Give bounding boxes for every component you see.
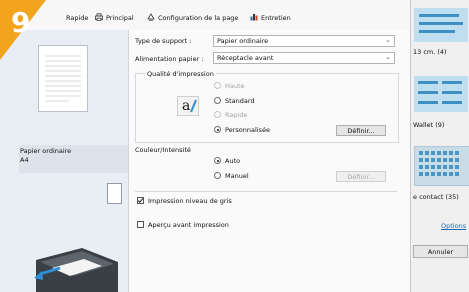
- layout-thumbnails-panel: 13 cm. (4) Wallet (9) e contact (35) Opt…: [410, 0, 469, 292]
- grayscale-checkbox[interactable]: [137, 197, 144, 204]
- layout-thumbnail[interactable]: [414, 8, 468, 42]
- options-link[interactable]: Options: [441, 222, 466, 230]
- chevron-down-icon: ⌄: [385, 36, 391, 44]
- orientation-page-icon: [107, 183, 122, 204]
- paper-info: Papier ordinaire A4: [19, 145, 128, 173]
- color-intensity-label: Couleur/Intensité: [135, 146, 191, 154]
- tab-maintenance[interactable]: Entretien: [250, 12, 291, 24]
- color-manual-label: Manuel: [225, 172, 249, 180]
- define-quality-button[interactable]: Définir...: [336, 125, 386, 136]
- printer-icon: [95, 13, 103, 21]
- checkmark-icon: [137, 198, 144, 203]
- tab-rapide[interactable]: Rapide: [66, 12, 88, 24]
- quality-rapide-label: Rapide: [225, 111, 248, 119]
- quality-haute-label: Haute: [225, 82, 245, 90]
- tab-bar: Rapide Principal Configuration de la pag…: [0, 0, 410, 31]
- step-number: 9: [11, 6, 30, 39]
- main-settings: Type de support : Papier ordinaire ⌄ Ali…: [129, 30, 410, 292]
- color-manual-radio[interactable]: [214, 172, 221, 179]
- paper-info-size: A4: [20, 156, 29, 164]
- layout-item-label: Wallet (9): [413, 121, 445, 129]
- tab-page-setup-label: Configuration de la page: [158, 14, 239, 22]
- layout-thumbnail-selected[interactable]: [414, 146, 469, 186]
- color-auto-label: Auto: [225, 157, 241, 165]
- layout-thumbnail[interactable]: [414, 76, 468, 112]
- layout-item-label: 13 cm. (4): [413, 48, 447, 56]
- step-badge: 9: [0, 0, 46, 60]
- print-quality-label: Qualité d'impression: [145, 70, 216, 78]
- paper-source-label: Alimentation papier :: [135, 55, 204, 63]
- contact-sheet-grid: [419, 151, 459, 176]
- quality-custom-label: Personnalisée: [225, 126, 270, 134]
- media-type-label: Type de support :: [135, 37, 192, 45]
- color-auto-radio[interactable]: [214, 157, 221, 164]
- quality-custom-radio[interactable]: [214, 126, 221, 133]
- cancel-button[interactable]: Annuler: [413, 245, 468, 258]
- print-preview-label: Aperçu avant impression: [148, 221, 229, 229]
- media-type-select[interactable]: Papier ordinaire ⌄: [213, 35, 395, 47]
- svg-text:a: a: [182, 98, 190, 114]
- chevron-down-icon: ⌄: [385, 53, 391, 61]
- tab-page-setup[interactable]: Configuration de la page: [147, 12, 238, 24]
- printer-illustration-icon: [34, 248, 118, 292]
- tab-rapide-label: Rapide: [66, 14, 89, 22]
- quality-standard-radio[interactable]: [214, 97, 221, 104]
- paper-info-type: Papier ordinaire: [20, 147, 72, 155]
- grayscale-label: Impression niveau de gris: [148, 197, 232, 205]
- paper-source-value: Réceptacle avant: [217, 54, 274, 62]
- print-preview-checkbox[interactable]: [137, 221, 144, 228]
- page-setup-icon: [147, 13, 155, 21]
- define-color-button[interactable]: Définir...: [336, 171, 386, 182]
- layout-item-label: e contact (35): [413, 193, 459, 201]
- divider: [135, 191, 397, 192]
- tab-maintenance-label: Entretien: [261, 14, 291, 22]
- quality-preview-icon: a: [177, 96, 199, 116]
- tab-principal-label: Principal: [106, 14, 134, 22]
- quality-haute-radio[interactable]: [214, 82, 221, 89]
- quality-standard-label: Standard: [225, 97, 255, 105]
- media-type-value: Papier ordinaire: [217, 37, 269, 45]
- maintenance-icon: [250, 13, 258, 21]
- paper-source-select[interactable]: Réceptacle avant ⌄: [213, 52, 395, 64]
- tab-principal[interactable]: Principal: [95, 12, 134, 24]
- quality-rapide-radio[interactable]: [214, 111, 221, 118]
